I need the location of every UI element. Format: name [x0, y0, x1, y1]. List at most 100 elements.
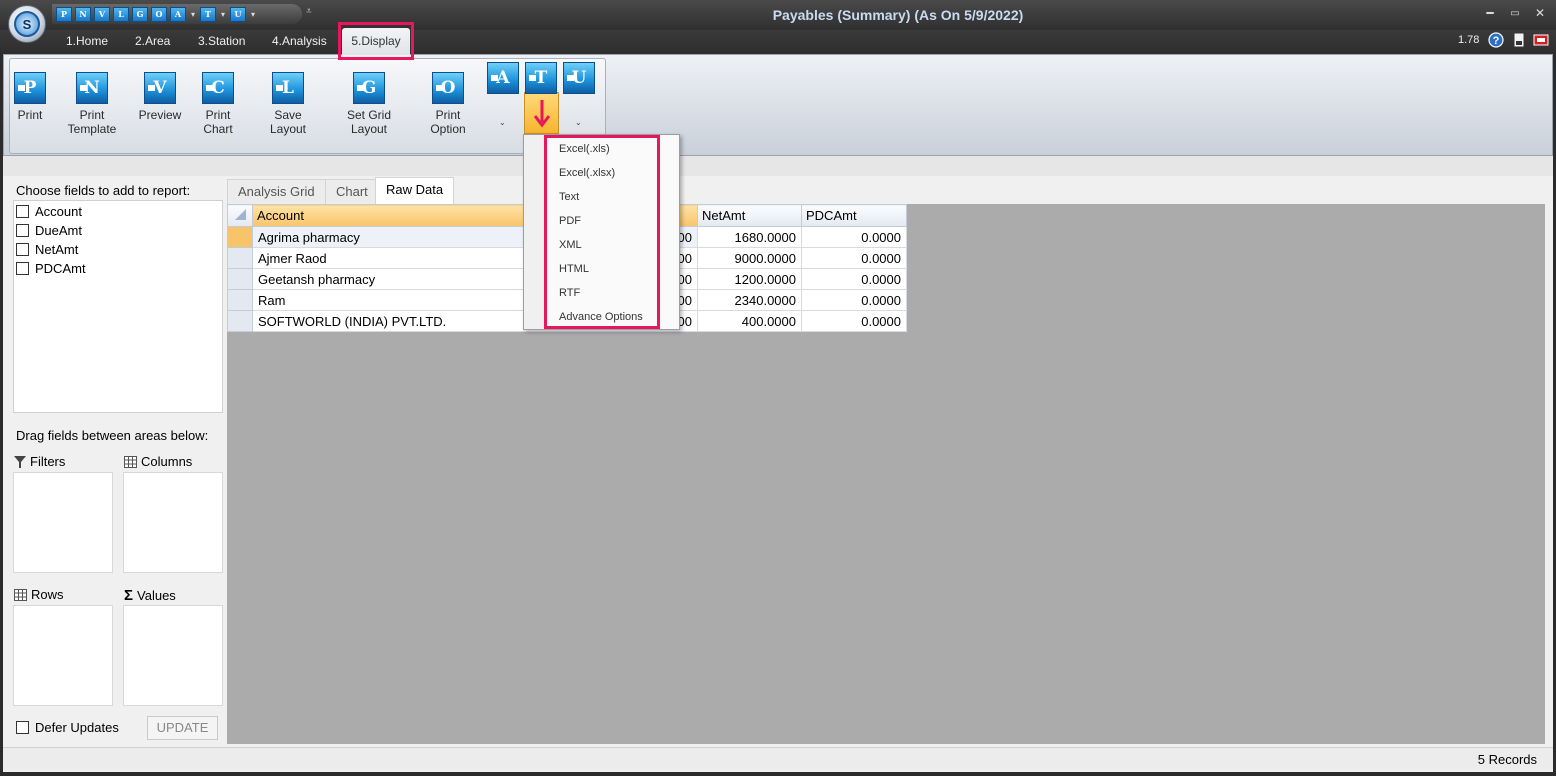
tab-raw-data[interactable]: Raw Data	[375, 177, 455, 205]
menu-item-excel-xlsx[interactable]: Excel(.xlsx)	[559, 167, 615, 179]
menu-item-text[interactable]: Text	[559, 191, 579, 203]
version-label: 1.78	[1458, 34, 1480, 46]
records-count: 5 Records	[1477, 752, 1537, 767]
u-dropdown-button[interactable]: U	[563, 62, 595, 98]
tab-chart[interactable]: Chart	[325, 179, 379, 204]
field-item-pdcamt[interactable]: PDCAmt	[16, 261, 86, 276]
columns-grid-icon	[124, 455, 137, 468]
menu-item-html[interactable]: HTML	[559, 263, 589, 275]
cell-pdcamt[interactable]: 0.0000	[801, 310, 907, 332]
field-item-account[interactable]: Account	[16, 204, 82, 219]
row-header[interactable]	[227, 226, 253, 248]
menu-item-pdf[interactable]: PDF	[559, 215, 581, 227]
tab-analysis[interactable]: 4.Analysis	[272, 34, 327, 48]
print-chart-label: Print Chart	[203, 108, 233, 136]
help-icon[interactable]: ?	[1488, 32, 1504, 48]
cell-netamt[interactable]: 2340.0000	[697, 289, 802, 311]
document-icon[interactable]	[1511, 32, 1527, 48]
values-drop-zone[interactable]	[123, 605, 223, 706]
app-menu-button[interactable]: S	[8, 5, 46, 43]
pivot-field-list: Choose fields to add to report: Account …	[6, 176, 228, 771]
columns-area-label: Columns	[124, 454, 192, 469]
menu-item-excel-xls[interactable]: Excel(.xls)	[559, 143, 610, 155]
checkbox[interactable]	[16, 262, 29, 275]
defer-updates-checkbox[interactable]: Defer Updates	[16, 720, 119, 735]
preview-button[interactable]: V Preview	[138, 72, 182, 122]
exit-icon[interactable]	[1533, 32, 1549, 48]
columns-label: Columns	[141, 454, 193, 469]
cell-netamt[interactable]: 1200.0000	[697, 268, 802, 290]
row-header[interactable]	[227, 247, 253, 269]
rows-area-label: Rows	[14, 587, 64, 602]
cell-pdcamt[interactable]: 0.0000	[801, 226, 907, 248]
menu-item-advance-options[interactable]: Advance Options	[559, 311, 643, 323]
rows-grid-icon	[14, 588, 27, 601]
checkbox[interactable]	[16, 721, 29, 734]
choose-fields-label: Choose fields to add to report:	[16, 183, 191, 198]
print-option-label: Print Option	[430, 108, 466, 136]
tab-home[interactable]: 1.Home	[66, 34, 108, 48]
print-label: Print	[17, 108, 43, 122]
tab-area[interactable]: 2.Area	[135, 34, 170, 48]
row-header[interactable]	[227, 310, 253, 332]
u-icon: U	[563, 62, 595, 94]
select-all-corner[interactable]	[227, 204, 253, 227]
print-chart-icon: C	[202, 72, 234, 104]
print-button[interactable]: P Print	[14, 72, 46, 122]
tab-analysis-grid[interactable]: Analysis Grid	[227, 179, 326, 204]
tab-station[interactable]: 3.Station	[198, 34, 245, 48]
save-layout-button[interactable]: L Save Layout	[256, 72, 320, 136]
print-template-label: Print Template	[67, 108, 117, 136]
cell-pdcamt[interactable]: 0.0000	[801, 289, 907, 311]
print-template-button[interactable]: N Print Template	[56, 72, 128, 136]
print-icon: P	[14, 72, 46, 104]
checkbox[interactable]	[16, 205, 29, 218]
corner-triangle-icon	[235, 209, 246, 220]
export-dropdown-menu: Excel(.xls) Excel(.xlsx) Text PDF XML HT…	[523, 134, 680, 330]
columns-drop-zone[interactable]	[123, 472, 223, 573]
title-bar: P N V L G O A ▾ T ▾ U ▾ ⩡ Payables (Summ…	[0, 0, 1556, 30]
chevron-down-icon[interactable]: ⌄	[575, 118, 582, 127]
minimize-button[interactable]: ━	[1480, 6, 1500, 20]
checkbox[interactable]	[16, 243, 29, 256]
values-area-label: Σ Values	[124, 587, 176, 604]
values-label: Values	[137, 588, 176, 603]
filters-drop-zone[interactable]	[13, 472, 113, 573]
field-label: PDCAmt	[35, 261, 86, 276]
menu-item-rtf[interactable]: RTF	[559, 287, 580, 299]
chevron-down-icon[interactable]: ⌄	[499, 118, 506, 127]
tab-display-highlight	[338, 22, 414, 60]
menu-item-xml[interactable]: XML	[559, 239, 582, 251]
cell-netamt[interactable]: 1680.0000	[697, 226, 802, 248]
cell-pdcamt[interactable]: 0.0000	[801, 268, 907, 290]
print-chart-button[interactable]: C Print Chart	[192, 72, 244, 136]
ribbon-tab-row: 1.Home 2.Area 3.Station 4.Analysis	[0, 30, 1556, 54]
field-item-dueamt[interactable]: DueAmt	[16, 223, 82, 238]
field-label: NetAmt	[35, 242, 79, 257]
field-item-netamt[interactable]: NetAmt	[16, 242, 78, 257]
main-top-strip	[3, 156, 1553, 176]
a-dropdown-button[interactable]: A	[487, 62, 519, 98]
set-grid-layout-icon: G	[353, 72, 385, 104]
menu-gutter	[524, 135, 546, 329]
row-header[interactable]	[227, 289, 253, 311]
export-dropdown-button[interactable]: T	[525, 62, 557, 98]
row-header[interactable]	[227, 268, 253, 290]
cell-netamt[interactable]: 400.0000	[697, 310, 802, 332]
maximize-button[interactable]: ▭	[1505, 8, 1525, 19]
column-header-netamt[interactable]: NetAmt	[697, 204, 802, 227]
close-button[interactable]: ✕	[1530, 6, 1550, 20]
cell-netamt[interactable]: 9000.0000	[697, 247, 802, 269]
svg-text:?: ?	[1493, 35, 1500, 47]
field-label: Account	[35, 204, 82, 219]
save-layout-label: Save Layout	[269, 108, 307, 136]
filter-icon	[14, 455, 26, 468]
cell-pdcamt[interactable]: 0.0000	[801, 247, 907, 269]
rows-drop-zone[interactable]	[13, 605, 113, 706]
checkbox[interactable]	[16, 224, 29, 237]
set-grid-layout-button[interactable]: G Set Grid Layout	[331, 72, 407, 136]
column-header-pdcamt[interactable]: PDCAmt	[801, 204, 907, 227]
update-button[interactable]: UPDATE	[147, 716, 218, 740]
print-option-button[interactable]: O Print Option	[419, 72, 477, 136]
a-icon: A	[487, 62, 519, 94]
